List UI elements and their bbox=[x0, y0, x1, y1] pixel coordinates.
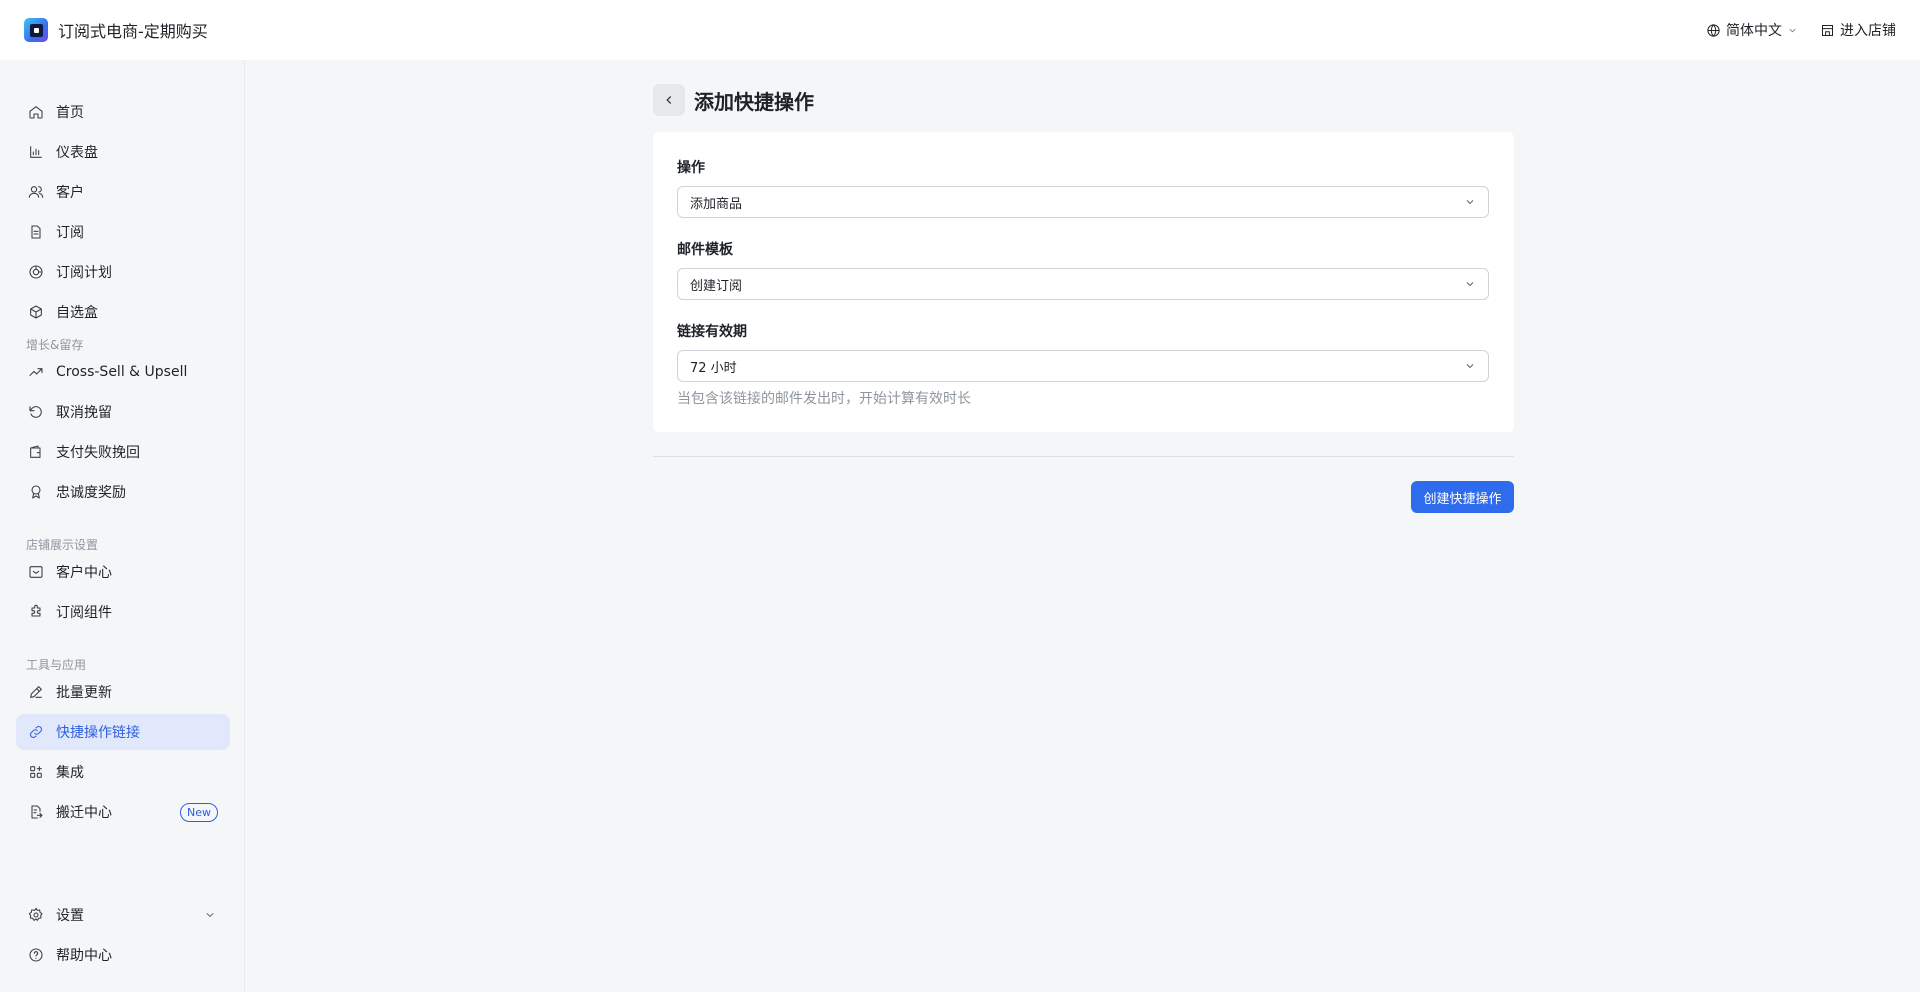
sidebar-item-label: 自选盒 bbox=[56, 305, 98, 321]
file-export-icon bbox=[31, 805, 43, 819]
sidebar-item-label: 首页 bbox=[56, 105, 84, 121]
action-select[interactable]: 添加商品 bbox=[677, 186, 1489, 218]
sidebar-item-dashboard[interactable]: 仪表盘 bbox=[16, 134, 230, 170]
box-icon bbox=[30, 305, 42, 319]
sidebar-item-subscriptions[interactable]: 订阅 bbox=[16, 214, 230, 250]
divider bbox=[653, 456, 1514, 457]
sidebar-item-label: 订阅计划 bbox=[56, 265, 112, 281]
section-tools: 工具与应用 bbox=[26, 658, 87, 672]
puzzle-icon bbox=[31, 604, 41, 617]
award-icon bbox=[31, 485, 41, 499]
expiry-select[interactable]: 72 小时 bbox=[677, 350, 1489, 382]
home-icon bbox=[29, 106, 43, 119]
chevron-down-icon bbox=[1466, 200, 1474, 205]
chevron-down-icon bbox=[206, 913, 214, 917]
sidebar-item-label: Cross-Sell & Upsell bbox=[56, 364, 188, 380]
sidebar-item-migration[interactable]: 搬迁中心 New bbox=[16, 794, 230, 830]
sidebar-item-label: 快捷操作链接 bbox=[56, 725, 140, 741]
language-selector[interactable]: 简体中文 bbox=[1706, 20, 1798, 40]
sidebar-item-payment-recovery[interactable]: 支付失败挽回 bbox=[16, 434, 230, 470]
document-icon bbox=[31, 225, 41, 239]
create-quick-action-button[interactable]: 创建快捷操作 bbox=[1411, 481, 1514, 513]
sidebar-item-box[interactable]: 自选盒 bbox=[16, 294, 230, 330]
sidebar-item-label: 批量更新 bbox=[56, 685, 112, 701]
back-button[interactable] bbox=[653, 84, 685, 116]
sidebar-item-label: 取消挽留 bbox=[56, 405, 112, 421]
sidebar-item-label: 忠诚度奖励 bbox=[56, 485, 126, 501]
enter-store-link[interactable]: 进入店铺 bbox=[1820, 20, 1896, 40]
sidebar-item-label: 订阅 bbox=[56, 225, 84, 241]
expiry-value: 72 小时 bbox=[690, 360, 737, 376]
app-logo bbox=[24, 18, 48, 42]
sidebar-item-label: 集成 bbox=[56, 765, 84, 781]
trending-up-icon bbox=[29, 368, 43, 376]
enter-store-label: 进入店铺 bbox=[1840, 23, 1896, 39]
sidebar-item-help[interactable]: 帮助中心 bbox=[16, 937, 230, 973]
sidebar-item-loyalty[interactable]: 忠诚度奖励 bbox=[16, 474, 230, 510]
grid-icon bbox=[30, 766, 42, 778]
sidebar-item-label: 设置 bbox=[56, 908, 84, 924]
sidebar-item-customers[interactable]: 客户 bbox=[16, 174, 230, 210]
sidebar-item-label: 搬迁中心 bbox=[56, 805, 112, 821]
sidebar-item-cross-sell[interactable]: Cross-Sell & Upsell bbox=[16, 354, 230, 390]
new-badge: New bbox=[180, 802, 218, 822]
section-growth: 增长&留存 bbox=[26, 338, 84, 352]
sidebar-item-settings[interactable]: 设置 bbox=[16, 897, 230, 933]
globe-icon bbox=[1707, 23, 1720, 37]
rotate-ccw-icon bbox=[29, 406, 42, 418]
sidebar-item-integrations[interactable]: 集成 bbox=[16, 754, 230, 790]
chevron-down-icon bbox=[1466, 282, 1474, 287]
sidebar-item-bulk-update[interactable]: 批量更新 bbox=[16, 674, 230, 710]
gear-icon bbox=[28, 907, 43, 921]
expiry-label: 链接有效期 bbox=[677, 324, 747, 340]
sidebar-item-home[interactable]: 首页 bbox=[16, 94, 230, 130]
chevron-down-icon bbox=[1466, 364, 1474, 369]
app-title: 订阅式电商-定期购买 bbox=[58, 22, 208, 41]
sidebar-item-label: 客户 bbox=[56, 185, 84, 201]
sidebar: 首页 仪表盘 客户 订阅 订阅计划 自选盒 增长&留存 Cross-Sell &… bbox=[0, 60, 245, 992]
plan-icon bbox=[29, 265, 43, 279]
sidebar-item-quick-links[interactable]: 快捷操作链接 bbox=[16, 714, 230, 750]
page-header: 添加快捷操作 bbox=[653, 84, 814, 116]
sidebar-item-label: 仪表盘 bbox=[56, 145, 98, 161]
chevron-down-icon bbox=[1789, 28, 1796, 32]
users-icon bbox=[28, 186, 44, 198]
bar-chart-icon bbox=[30, 146, 42, 158]
sidebar-item-widget[interactable]: 订阅组件 bbox=[16, 594, 230, 630]
link-icon bbox=[29, 725, 43, 739]
chevron-left-icon bbox=[666, 96, 672, 104]
action-label: 操作 bbox=[677, 160, 705, 176]
top-bar: 订阅式电商-定期购买 简体中文 进入店铺 bbox=[0, 0, 1920, 60]
page-title: 添加快捷操作 bbox=[694, 89, 814, 114]
email-template-select[interactable]: 创建订阅 bbox=[677, 268, 1489, 300]
email-template-value: 创建订阅 bbox=[690, 278, 743, 294]
section-store: 店铺展示设置 bbox=[26, 538, 99, 552]
wallet-icon bbox=[30, 445, 41, 458]
action-select-value: 添加商品 bbox=[690, 196, 743, 212]
sidebar-item-cancel-retention[interactable]: 取消挽留 bbox=[16, 394, 230, 430]
sidebar-item-customer-center[interactable]: 客户中心 bbox=[16, 554, 230, 590]
inbox-icon bbox=[29, 566, 43, 578]
language-label: 简体中文 bbox=[1726, 23, 1782, 39]
help-circle-icon bbox=[29, 948, 43, 962]
sidebar-item-label: 支付失败挽回 bbox=[56, 445, 140, 461]
sidebar-item-plans[interactable]: 订阅计划 bbox=[16, 254, 230, 290]
store-icon bbox=[1822, 24, 1833, 36]
form-card: 操作 添加商品 邮件模板 创建订阅 链接有效期 72 小时 当包含该链接的邮件发… bbox=[653, 132, 1514, 432]
sidebar-item-label: 订阅组件 bbox=[56, 605, 112, 621]
sidebar-item-label: 客户中心 bbox=[56, 565, 112, 581]
email-template-label: 邮件模板 bbox=[677, 242, 733, 258]
sidebar-item-label: 帮助中心 bbox=[56, 948, 112, 964]
pencil-icon bbox=[30, 686, 42, 698]
expiry-help-text: 当包含该链接的邮件发出时，开始计算有效时长 bbox=[677, 391, 971, 407]
